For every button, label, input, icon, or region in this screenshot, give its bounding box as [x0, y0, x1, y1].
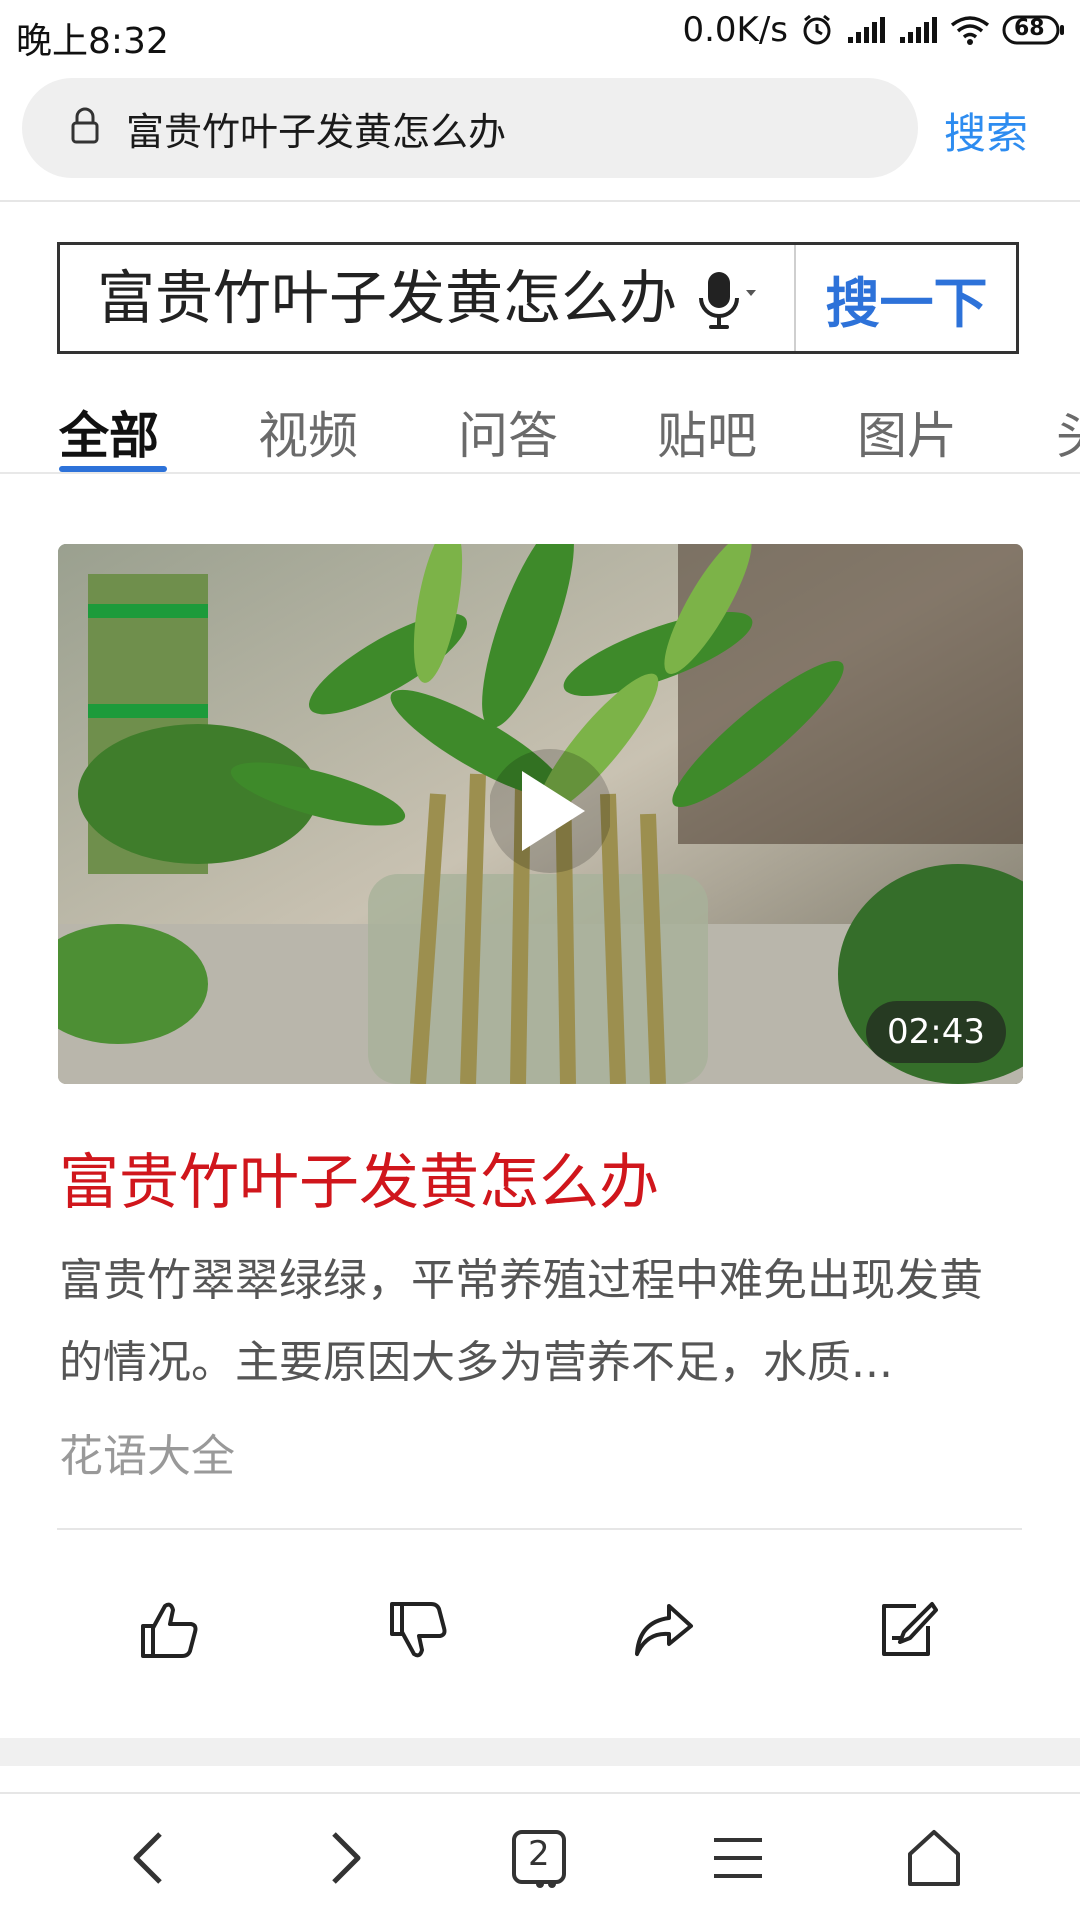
- lock-icon: [70, 107, 100, 145]
- tab-all[interactable]: 全部: [59, 396, 159, 468]
- alarm-icon: [800, 13, 834, 47]
- tabs-icon[interactable]: 2: [508, 1826, 572, 1890]
- menu-icon[interactable]: [706, 1826, 770, 1890]
- status-time: 晚上8:32: [16, 21, 169, 62]
- search-input[interactable]: 富贵竹叶子发黄怎么办: [97, 258, 685, 338]
- bottom-nav-divider: [0, 1792, 1080, 1794]
- address-search-button[interactable]: 搜索: [944, 100, 1028, 161]
- status-icons: 0.0K/s 68: [682, 10, 1066, 50]
- video-duration: 02:43: [866, 1001, 1006, 1063]
- forward-icon[interactable]: [312, 1826, 376, 1890]
- back-icon[interactable]: [118, 1826, 182, 1890]
- play-icon[interactable]: [488, 736, 612, 886]
- address-query[interactable]: 富贵竹叶子发黄怎么办: [126, 101, 506, 156]
- tab-images[interactable]: 图片: [857, 396, 957, 468]
- tab-qa[interactable]: 问答: [458, 396, 558, 468]
- tab-tieba[interactable]: 贴吧: [657, 396, 757, 468]
- like-icon[interactable]: [137, 1598, 201, 1662]
- edit-icon[interactable]: [876, 1598, 940, 1662]
- result-source[interactable]: 花语大全: [59, 1420, 235, 1484]
- tabs-divider: [0, 472, 1080, 474]
- battery-icon: 68: [1002, 14, 1066, 46]
- tab-more[interactable]: 头: [1056, 396, 1080, 468]
- signal-icon-1: [846, 15, 886, 45]
- tab-count: 2: [528, 1834, 550, 1874]
- network-speed: 0.0K/s: [682, 10, 788, 50]
- search-submit-button[interactable]: 搜一下: [797, 245, 1016, 351]
- section-gap: [0, 1738, 1080, 1766]
- microphone-icon[interactable]: [694, 268, 764, 334]
- result-snippet: 富贵竹翠翠绿绿，平常养殖过程中难免出现发黄的情况。主要原因大多为营养不足，水质.…: [59, 1255, 983, 1388]
- dislike-icon[interactable]: [386, 1598, 450, 1662]
- card-divider: [57, 1528, 1022, 1530]
- share-icon[interactable]: [631, 1598, 695, 1662]
- home-icon[interactable]: [902, 1826, 966, 1890]
- tab-video[interactable]: 视频: [258, 396, 358, 468]
- header-divider: [0, 200, 1080, 202]
- wifi-icon: [950, 15, 990, 45]
- search-separator: [794, 245, 796, 351]
- signal-icon-2: [898, 15, 938, 45]
- battery-level: 68: [1014, 16, 1045, 41]
- result-title[interactable]: 富贵竹叶子发黄怎么办: [59, 1134, 659, 1221]
